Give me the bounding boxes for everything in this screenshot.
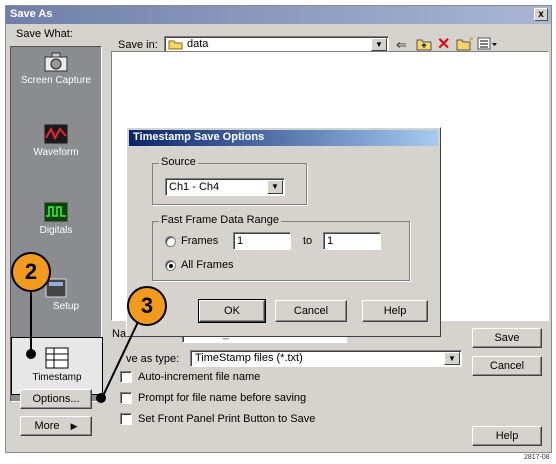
callout-3: 3	[127, 286, 167, 326]
figure-id: 2817-08	[524, 454, 550, 461]
callout-leaders	[26, 290, 139, 403]
callout-2: 2	[11, 252, 51, 292]
